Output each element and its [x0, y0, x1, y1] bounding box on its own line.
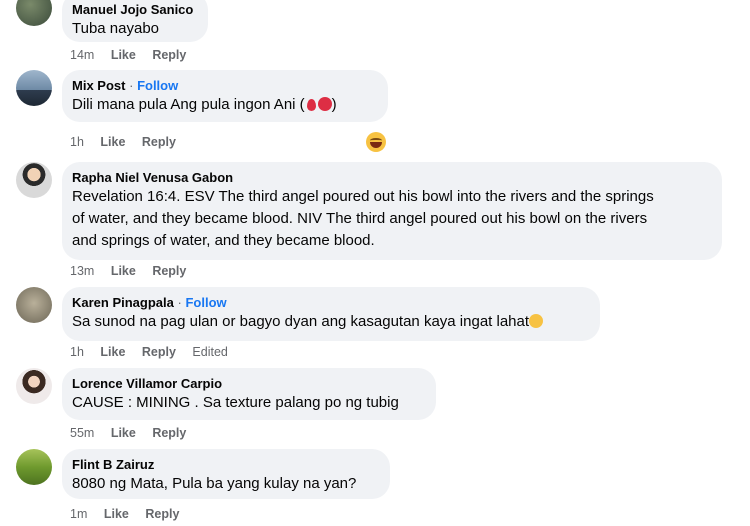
comment-author[interactable]: Flint B Zairuz [72, 456, 378, 473]
blood-drop-emoji-icon [306, 99, 316, 111]
avatar[interactable] [16, 0, 52, 26]
like-button[interactable]: Like [111, 426, 136, 440]
comment-text-content: Sa sunod na pag ulan or bagyo dyan ang k… [72, 313, 530, 330]
avatar[interactable] [16, 287, 52, 323]
comment-actions: 1h Like Reply Edited [70, 345, 241, 359]
like-button[interactable]: Like [104, 507, 129, 521]
comment-author[interactable]: Karen Pinagpala [72, 295, 174, 310]
avatar[interactable] [16, 368, 52, 404]
comment-header: Mix Post · Follow [72, 77, 376, 94]
avatar[interactable] [16, 162, 52, 198]
comment-author[interactable]: Mix Post [72, 78, 125, 93]
comment-text-line: of water, and they became blood. NIV The… [72, 210, 648, 227]
comment-time[interactable]: 1h [70, 135, 84, 149]
red-circle-emoji-icon [317, 97, 332, 111]
comment-bubble: Mix Post · Follow Dili mana pula Ang pul… [62, 70, 388, 122]
edited-label: Edited [192, 345, 228, 359]
comment-bubble: Lorence Villamor Carpio CAUSE : MINING .… [62, 368, 436, 420]
comment-text: CAUSE : MINING . Sa texture palang po ng… [72, 394, 399, 411]
comment-actions: 1m Like Reply [70, 507, 192, 521]
comment-time[interactable]: 1h [70, 345, 84, 359]
sad-face-emoji-icon [529, 314, 544, 328]
like-button[interactable]: Like [111, 264, 136, 278]
comment-text: 8080 ng Mata, Pula ba yang kulay na yan? [72, 475, 357, 492]
reply-button[interactable]: Reply [142, 345, 176, 359]
comment-bubble: Manuel Jojo Sanico Tuba nayabo [62, 0, 208, 42]
comment-actions: 13m Like Reply [70, 264, 199, 278]
reply-button[interactable]: Reply [145, 507, 179, 521]
avatar[interactable] [16, 70, 52, 106]
comment-time[interactable]: 13m [70, 264, 94, 278]
comment-text-end: ) [331, 96, 337, 113]
comment-time[interactable]: 14m [70, 48, 94, 62]
comment-time[interactable]: 55m [70, 426, 94, 440]
comment-header: Karen Pinagpala · Follow [72, 294, 588, 311]
comment-actions: 1h Like Reply [70, 135, 189, 149]
comment-text: Sa sunod na pag ulan or bagyo dyan ang k… [72, 311, 588, 333]
follow-button[interactable]: Follow [185, 295, 226, 310]
reply-button[interactable]: Reply [152, 48, 186, 62]
comment-actions: 55m Like Reply [70, 426, 199, 440]
like-button[interactable]: Like [111, 48, 136, 62]
comment-bubble: Karen Pinagpala · Follow Sa sunod na pag… [62, 287, 600, 341]
comment-text-line: Revelation 16:4. ESV The third angel pou… [72, 188, 654, 205]
reply-button[interactable]: Reply [142, 135, 176, 149]
avatar[interactable] [16, 449, 52, 485]
comment-bubble: Rapha Niel Venusa Gabon Revelation 16:4.… [62, 162, 722, 260]
comment-text: Dili mana pula Ang pula ingon Ani () [72, 94, 376, 116]
comment-time[interactable]: 1m [70, 507, 87, 521]
like-button[interactable]: Like [100, 135, 125, 149]
separator-dot: · [129, 78, 134, 93]
reply-button[interactable]: Reply [152, 264, 186, 278]
separator-dot: · [177, 295, 182, 310]
comment-text: Tuba nayabo [72, 20, 160, 37]
laughing-emoji-icon[interactable] [366, 132, 386, 152]
comment-actions: 14m Like Reply [70, 48, 199, 62]
comment-text-start: Dili mana pula Ang pula ingon Ani ( [72, 96, 305, 113]
follow-button[interactable]: Follow [137, 78, 178, 93]
reply-button[interactable]: Reply [152, 426, 186, 440]
comment-author[interactable]: Manuel Jojo Sanico [72, 1, 196, 18]
like-button[interactable]: Like [100, 345, 125, 359]
comment-text-line: and springs of water, and they became bl… [72, 232, 375, 249]
comment-bubble: Flint B Zairuz 8080 ng Mata, Pula ba yan… [62, 449, 390, 499]
comment-author[interactable]: Lorence Villamor Carpio [72, 375, 424, 392]
comment-author[interactable]: Rapha Niel Venusa Gabon [72, 169, 710, 186]
